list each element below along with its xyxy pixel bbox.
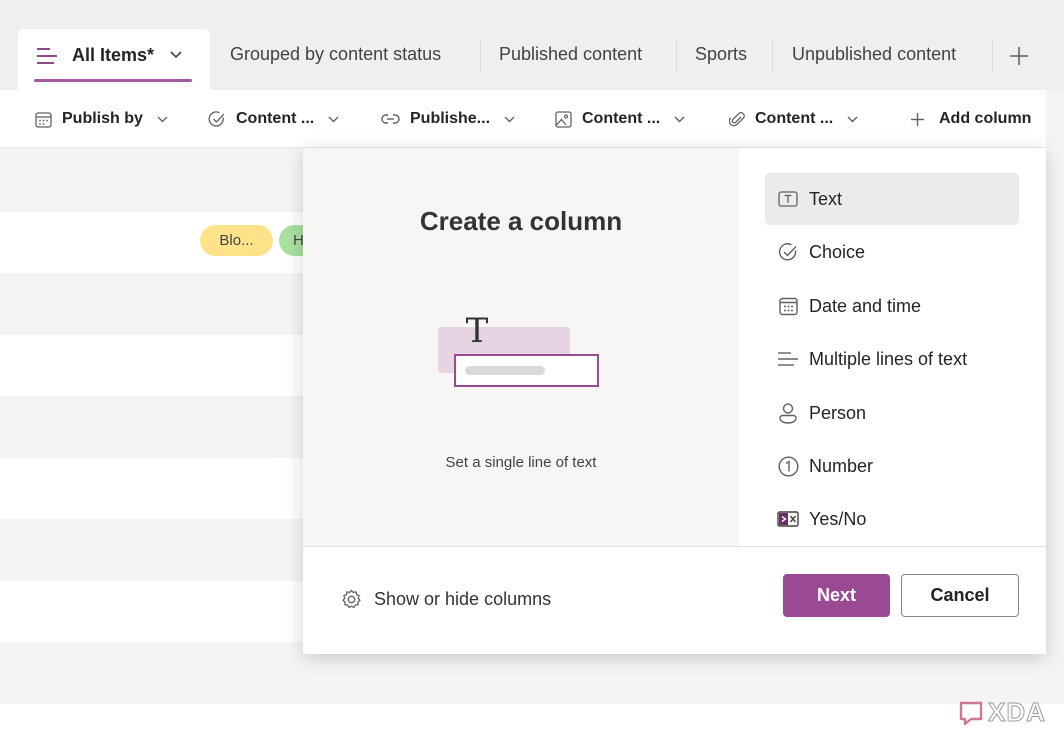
add-view-plus-icon[interactable] [1008, 45, 1030, 67]
column-type-label: Date and time [809, 295, 922, 316]
chevron-down-icon [847, 116, 858, 122]
xda-logo-icon [959, 701, 983, 725]
column-type-label: Multiple lines of text [809, 348, 968, 369]
show-hide-columns-link[interactable]: Show or hide columns [341, 589, 551, 610]
add-column-button[interactable]: Add column [910, 90, 1031, 148]
number-icon [777, 455, 799, 477]
column-header-content-status[interactable]: Content ... [208, 90, 339, 148]
panel-title: Create a column [419, 206, 623, 236]
column-header-row: Publish by Content ... Publishe... Conte… [0, 90, 1046, 148]
active-tab-indicator [34, 79, 192, 82]
column-header-label: Publish by [62, 110, 143, 127]
column-type-preview: Create a column T Set a single line of t… [303, 148, 739, 546]
chevron-down-icon [504, 116, 515, 122]
xda-watermark: XDA [958, 697, 1046, 728]
cancel-button[interactable]: Cancel [901, 574, 1019, 617]
column-type-text[interactable]: Text [765, 173, 1019, 225]
tab-divider [772, 40, 773, 74]
column-type-label: Number [809, 455, 874, 476]
column-header-label: Content ... [755, 110, 834, 127]
column-type-label: Text [809, 188, 843, 209]
text-column-illustration: T [438, 311, 599, 387]
column-type-label: Person [809, 402, 867, 423]
show-hide-columns-label: Show or hide columns [374, 589, 552, 609]
panel-description: Set a single line of text [445, 454, 597, 471]
column-header-content-attachment[interactable]: Content ... [729, 90, 858, 148]
calendar-icon [778, 297, 798, 315]
column-header-published-link[interactable]: Publishe... [381, 90, 515, 148]
text-icon [778, 191, 798, 207]
choice-icon [778, 243, 797, 261]
column-header-label: Publishe... [410, 110, 491, 127]
tab-divider [992, 40, 993, 74]
illustration-glyph: T [466, 311, 489, 351]
column-type-yes-no[interactable]: Yes/No [765, 493, 1019, 545]
add-column-label: Add column [939, 110, 1032, 127]
column-header-publish-by[interactable]: Publish by [35, 90, 168, 148]
gear-icon [342, 589, 361, 609]
column-type-list: Text Choice Date and time Multiple lines… [739, 148, 1046, 546]
link-icon [381, 114, 400, 124]
chevron-down-icon [328, 116, 339, 122]
plus-icon [911, 112, 924, 126]
column-header-label: Content ... [582, 110, 661, 127]
tab-unpublished-content[interactable]: Unpublished content [792, 44, 956, 65]
column-type-label: Yes/No [809, 508, 867, 529]
tab-all-items[interactable]: All Items* [18, 29, 210, 91]
person-icon [779, 402, 797, 424]
column-header-content-image[interactable]: Content ... [555, 90, 685, 148]
tag-pill: Blo... [200, 225, 273, 256]
image-icon [555, 110, 572, 128]
view-lines-icon [37, 48, 57, 64]
tab-sports[interactable]: Sports [695, 44, 747, 65]
column-type-date-and-time[interactable]: Date and time [765, 280, 1019, 332]
tab-published-content[interactable]: Published content [499, 44, 642, 65]
tab-grouped-by-content-status[interactable]: Grouped by content status [230, 44, 441, 65]
column-type-choice[interactable]: Choice [765, 226, 1019, 278]
column-type-multiple-lines[interactable]: Multiple lines of text [765, 333, 1019, 385]
choice-check-icon [208, 111, 225, 127]
tab-divider [676, 40, 677, 74]
attachment-icon [729, 112, 745, 127]
panel-footer-divider [303, 546, 1046, 547]
list-row[interactable] [0, 704, 1064, 737]
chevron-down-icon [674, 116, 685, 122]
column-type-number[interactable]: Number [765, 440, 1019, 492]
next-button[interactable]: Next [783, 574, 890, 617]
view-tab-bar: All Items* Grouped by content status Pub… [0, 0, 1064, 91]
column-type-person[interactable]: Person [765, 387, 1019, 439]
column-type-label: Choice [809, 241, 866, 262]
create-column-panel: Create a column T Set a single line of t… [303, 148, 1046, 654]
chevron-down-icon[interactable] [170, 51, 182, 59]
chevron-down-icon [157, 116, 168, 122]
tab-divider [480, 40, 481, 74]
multiline-icon [778, 352, 798, 366]
tab-all-items-label: All Items* [72, 45, 155, 65]
calendar-icon [35, 111, 52, 128]
yes-no-icon [777, 511, 799, 527]
column-header-label: Content ... [236, 110, 315, 127]
watermark-text: XDA [988, 697, 1046, 728]
